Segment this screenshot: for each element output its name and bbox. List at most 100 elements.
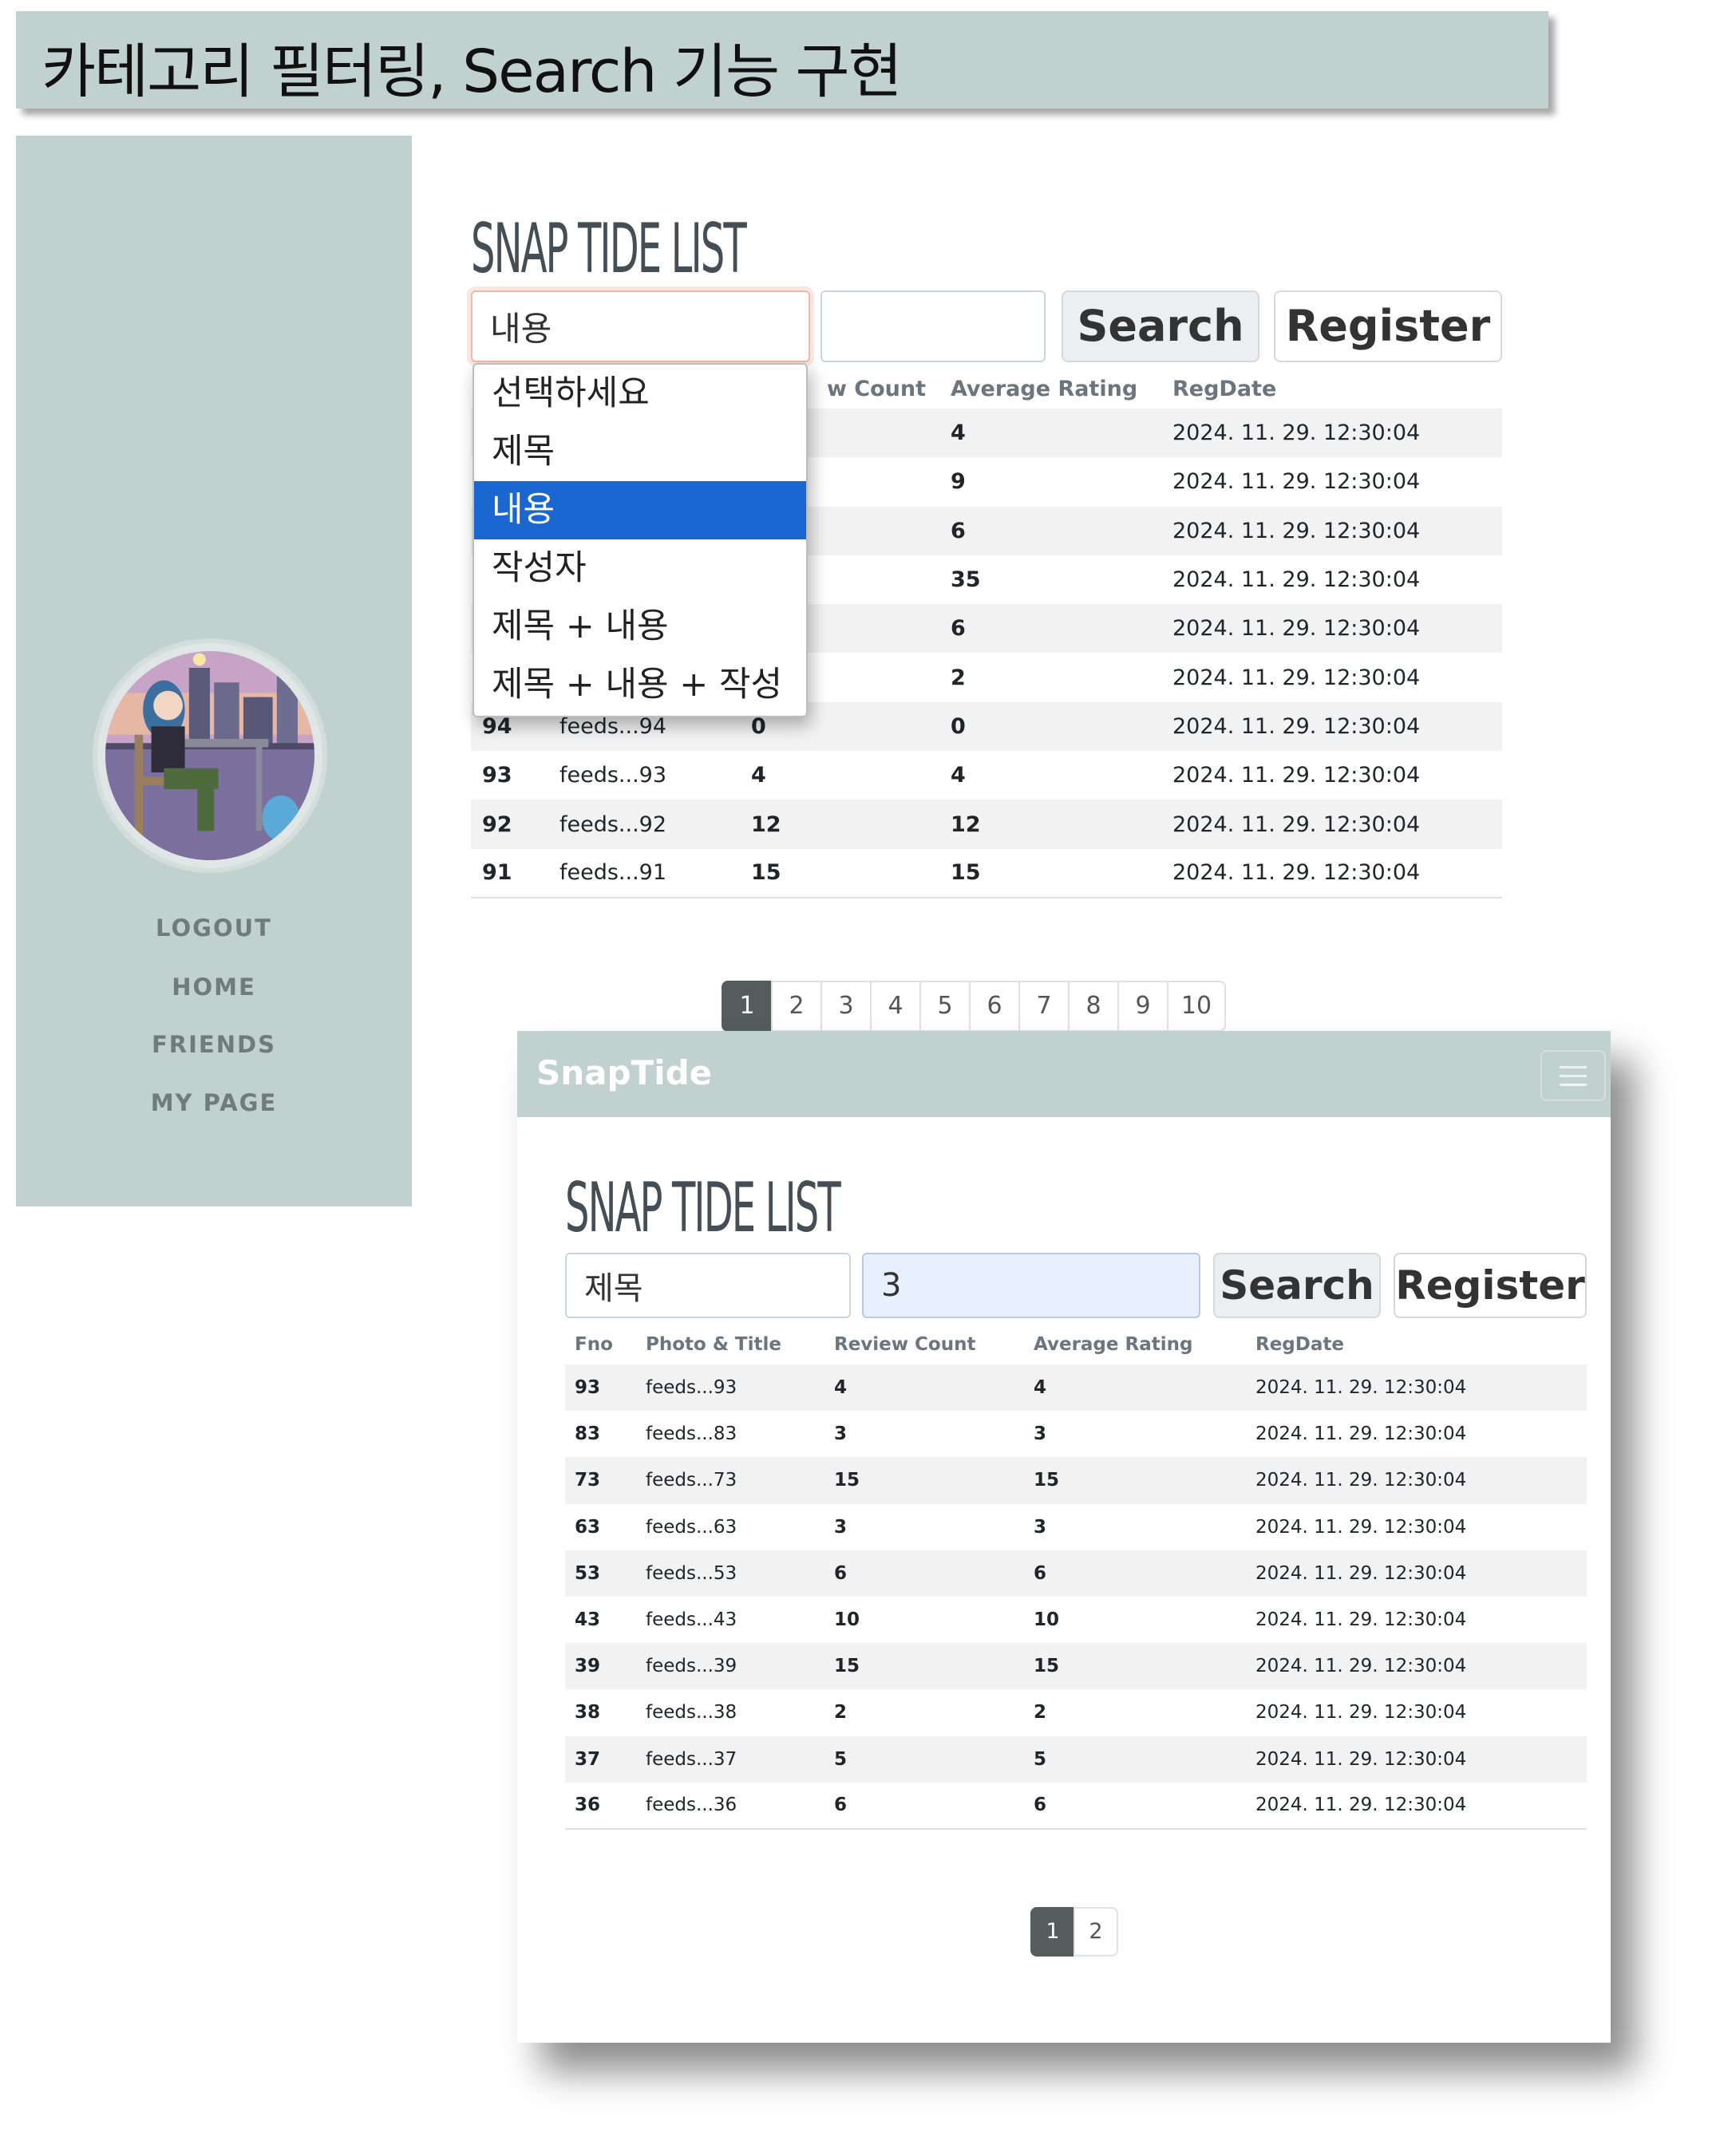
cell-review: 2: [834, 1702, 848, 1724]
cell-regdate: 2024. 11. 29. 12:30:04: [1172, 800, 1502, 849]
table-row[interactable]: 93 feeds...93 4 4 2024. 11. 29. 12:30:04: [471, 751, 1502, 800]
keyword-input[interactable]: 3: [862, 1253, 1200, 1318]
table-row[interactable]: 63 feeds...63 3 3 2024. 11. 29. 12:30:04: [565, 1504, 1587, 1550]
table-row[interactable]: 36 feeds...36 6 6 2024. 11. 29. 12:30:04: [565, 1782, 1587, 1830]
cell-title[interactable]: feeds...93: [559, 751, 750, 800]
nav-my-page[interactable]: MY PAGE: [16, 1089, 412, 1116]
table-row[interactable]: 37 feeds...37 5 5 2024. 11. 29. 12:30:04: [565, 1735, 1587, 1783]
pagination: 1 2 3 4 5 6 7 8 9 10: [722, 981, 1226, 1032]
cell-fno: 63: [575, 1516, 601, 1538]
cell-rating: 10: [1034, 1609, 1060, 1631]
page-link-9[interactable]: 9: [1117, 981, 1168, 1032]
cell-regdate: 2024. 11. 29. 12:30:04: [1172, 409, 1502, 458]
nav-friends[interactable]: FRIENDS: [16, 1031, 412, 1058]
page-link-7[interactable]: 7: [1018, 981, 1070, 1032]
dropdown-option[interactable]: 제목: [474, 423, 806, 481]
sidebar: LOGOUT HOME FRIENDS MY PAGE: [16, 136, 412, 1206]
navbar: SnapTide: [517, 1031, 1611, 1117]
cell-regdate: 2024. 11. 29. 12:30:04: [1172, 469, 1421, 495]
register-button[interactable]: Register: [1274, 290, 1502, 362]
dropdown-option[interactable]: 제목 + 내용 + 작성자: [474, 656, 806, 714]
col-title: Photo & Title: [646, 1334, 781, 1355]
search-button[interactable]: Search: [1062, 290, 1259, 362]
avatar[interactable]: [97, 643, 322, 868]
cell-review: 15: [833, 1457, 1033, 1504]
page-title: SNAP TIDE LIST: [471, 209, 747, 289]
menu-toggle-button[interactable]: [1540, 1050, 1606, 1101]
nav-home[interactable]: HOME: [16, 973, 412, 1001]
cell-fno: 36: [565, 1782, 645, 1830]
cell-fno: 37: [565, 1735, 645, 1783]
table-row[interactable]: 92 feeds...92 12 12 2024. 11. 29. 12:30:04: [471, 800, 1502, 849]
cell-rating: 2: [1034, 1702, 1047, 1724]
table-row[interactable]: 93 feeds...93 4 4 2024. 11. 29. 12:30:04: [565, 1364, 1587, 1412]
keyword-input[interactable]: [820, 290, 1046, 362]
cell-title[interactable]: feeds...93: [645, 1364, 833, 1412]
cell-title[interactable]: feeds...53: [645, 1550, 833, 1597]
search-type-select[interactable]: 내용: [471, 290, 810, 362]
cell-regdate: 2024. 11. 29. 12:30:04: [1172, 665, 1421, 690]
cell-regdate: 2024. 11. 29. 12:30:04: [1255, 1609, 1467, 1631]
page-link-1[interactable]: 1: [1030, 1907, 1075, 1957]
cell-title[interactable]: feeds...91: [559, 848, 750, 898]
dropdown-option[interactable]: 내용: [474, 481, 806, 539]
dropdown-option[interactable]: 선택하세요: [474, 365, 806, 423]
table-row[interactable]: 39 feeds...39 15 15 2024. 11. 29. 12:30:04: [565, 1643, 1587, 1690]
cell-rating: 0: [950, 701, 1172, 752]
page-link-10[interactable]: 10: [1167, 981, 1226, 1032]
cell-review: 3: [834, 1424, 848, 1445]
page-link-1[interactable]: 1: [722, 981, 773, 1032]
cell-title[interactable]: feeds...39: [645, 1643, 833, 1690]
cell-title[interactable]: feeds...73: [645, 1457, 833, 1504]
cell-rating: 6: [1033, 1782, 1255, 1830]
cell-review: 15: [750, 848, 950, 898]
cell-fno: 93: [482, 763, 512, 788]
cell-regdate: 2024. 11. 29. 12:30:04: [1172, 848, 1502, 898]
page-link-2[interactable]: 2: [771, 981, 822, 1032]
cell-rating: 2: [951, 665, 966, 690]
page-link-3[interactable]: 3: [820, 981, 872, 1032]
table-row[interactable]: 91 feeds...91 15 15 2024. 11. 29. 12:30:04: [471, 848, 1502, 898]
dropdown-option[interactable]: 작성자: [474, 539, 806, 598]
cell-title[interactable]: feeds...36: [645, 1782, 833, 1830]
table-row[interactable]: 83 feeds...83 3 3 2024. 11. 29. 12:30:04: [565, 1411, 1587, 1457]
cell-review: 12: [750, 800, 950, 849]
cell-review: 5: [833, 1735, 1033, 1783]
cell-fno: 91: [471, 848, 559, 898]
cell-rating: 3: [1034, 1516, 1047, 1538]
cell-fno: 92: [471, 800, 559, 849]
dropdown-option[interactable]: 제목 + 내용: [474, 598, 806, 656]
cell-title[interactable]: feeds...63: [645, 1504, 833, 1550]
table-row[interactable]: 73 feeds...73 15 15 2024. 11. 29. 12:30:04: [565, 1457, 1587, 1504]
col-rating: Average Rating: [951, 376, 1138, 401]
table-row[interactable]: 38 feeds...38 2 2 2024. 11. 29. 12:30:04: [565, 1689, 1587, 1735]
cell-title[interactable]: feeds...37: [645, 1735, 833, 1783]
page-link-4[interactable]: 4: [870, 981, 921, 1032]
page-link-2[interactable]: 2: [1074, 1907, 1118, 1957]
page-link-8[interactable]: 8: [1068, 981, 1119, 1032]
nav-logout[interactable]: LOGOUT: [16, 914, 412, 942]
cell-fno: 83: [575, 1424, 601, 1445]
cell-title[interactable]: feeds...38: [645, 1689, 833, 1735]
cell-regdate: 2024. 11. 29. 12:30:04: [1255, 1457, 1587, 1504]
pagination: 12: [1030, 1907, 1118, 1957]
cell-regdate: 2024. 11. 29. 12:30:04: [1172, 763, 1421, 788]
page-link-5[interactable]: 5: [919, 981, 971, 1032]
table-row[interactable]: 53 feeds...53 6 6 2024. 11. 29. 12:30:04: [565, 1550, 1587, 1597]
cell-rating: 35: [951, 567, 981, 593]
cell-rating: 5: [1033, 1735, 1255, 1783]
search-type-select[interactable]: 제목: [565, 1253, 851, 1318]
search-button[interactable]: Search: [1213, 1253, 1381, 1318]
cell-rating: 4: [950, 409, 1172, 458]
register-button[interactable]: Register: [1394, 1253, 1587, 1318]
search-type-value: 내용: [490, 309, 552, 349]
cell-title[interactable]: feeds...43: [645, 1597, 833, 1643]
col-fno: Fno: [575, 1334, 613, 1355]
cell-regdate: 2024. 11. 29. 12:30:04: [1255, 1643, 1587, 1690]
cell-title[interactable]: feeds...92: [559, 800, 750, 849]
page-link-6[interactable]: 6: [969, 981, 1020, 1032]
cell-rating: 6: [950, 604, 1172, 654]
brand[interactable]: SnapTide: [536, 1053, 712, 1092]
table-row[interactable]: 43 feeds...43 10 10 2024. 11. 29. 12:30:04: [565, 1597, 1587, 1643]
cell-title[interactable]: feeds...83: [645, 1411, 833, 1457]
